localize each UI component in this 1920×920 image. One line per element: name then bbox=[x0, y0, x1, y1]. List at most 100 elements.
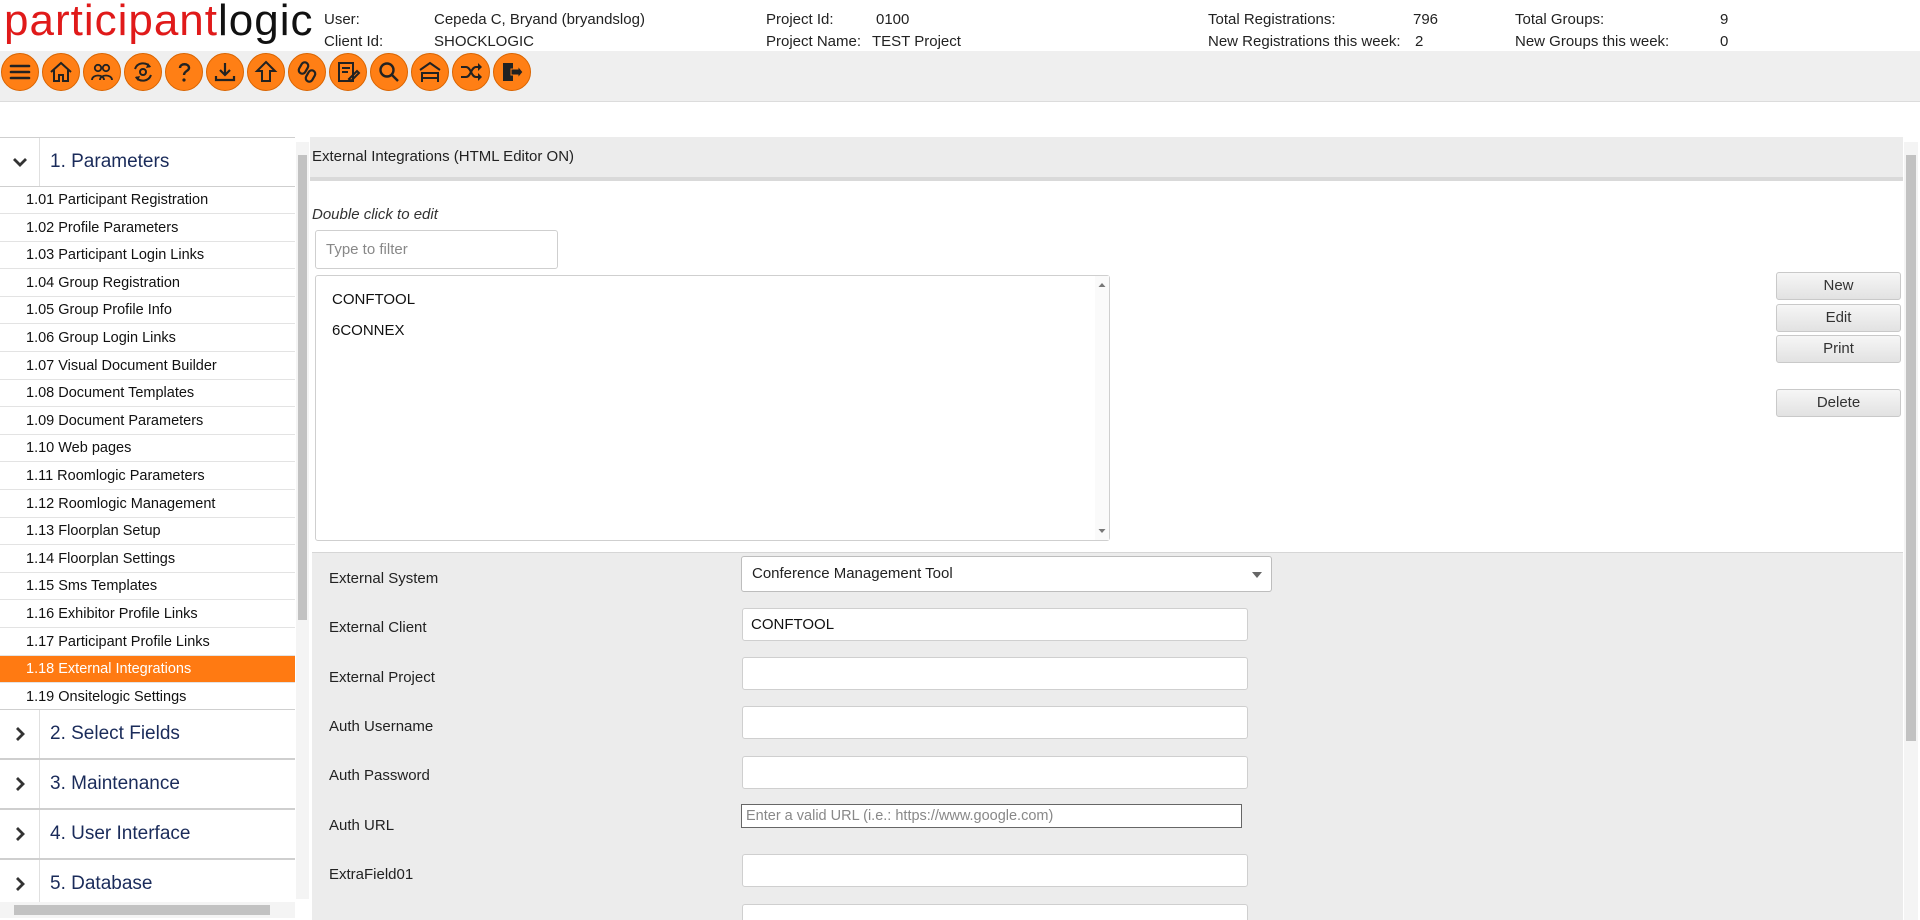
sidebar-section-user-interface[interactable]: 4. User Interface bbox=[0, 809, 295, 859]
external-system-value: Conference Management Tool bbox=[752, 565, 953, 582]
external-project-field[interactable] bbox=[742, 657, 1248, 690]
sidebar-item[interactable]: 1.13 Floorplan Setup bbox=[0, 518, 295, 546]
search-button[interactable] bbox=[370, 53, 408, 91]
sidebar-item[interactable]: 1.01 Participant Registration bbox=[0, 187, 295, 214]
sidebar-section-label: 4. User Interface bbox=[50, 823, 191, 844]
chevron-right-icon bbox=[15, 827, 25, 841]
sidebar-item[interactable]: 1.03 Participant Login Links bbox=[0, 242, 295, 270]
sidebar-item[interactable]: 1.15 Sms Templates bbox=[0, 573, 295, 601]
menu-button[interactable] bbox=[1, 53, 39, 91]
home-button[interactable] bbox=[42, 53, 80, 91]
main-scroll-thumb[interactable] bbox=[1906, 155, 1916, 741]
shuffle-button[interactable] bbox=[452, 53, 490, 91]
sidebar-item[interactable]: 1.09 Document Parameters bbox=[0, 408, 295, 435]
logout-icon bbox=[503, 63, 524, 81]
upload-button[interactable] bbox=[247, 53, 285, 91]
menu-icon bbox=[9, 64, 31, 80]
filter-input[interactable] bbox=[315, 230, 558, 269]
external-system-select[interactable]: Conference Management Tool bbox=[741, 556, 1272, 592]
sidebar-item[interactable]: 1.02 Profile Parameters bbox=[0, 215, 295, 242]
chevron-right-icon bbox=[15, 727, 25, 741]
project-name-value: TEST Project bbox=[872, 33, 961, 50]
client-id-value: SHOCKLOGIC bbox=[434, 33, 535, 50]
sidebar-section-maintenance[interactable]: 3. Maintenance bbox=[0, 759, 295, 809]
edit-doc-icon bbox=[338, 62, 361, 83]
groups-button[interactable] bbox=[83, 53, 121, 91]
sidebar-section-parameters[interactable]: 1. Parameters bbox=[0, 137, 295, 187]
upload-icon bbox=[254, 60, 278, 82]
edit-button[interactable]: Edit bbox=[1776, 304, 1901, 332]
edit-doc-button[interactable] bbox=[329, 53, 367, 91]
sidebar-section-label: 1. Parameters bbox=[50, 151, 170, 172]
auth-password-label: Auth Password bbox=[329, 767, 430, 784]
new-registrations-value: 2 bbox=[1415, 33, 1424, 50]
chevron-down-icon bbox=[1252, 572, 1262, 578]
help-button[interactable] bbox=[165, 53, 203, 91]
app-logo: participantlogic bbox=[4, 0, 314, 45]
chevron-right-icon bbox=[15, 877, 25, 891]
external-client-label: External Client bbox=[329, 619, 427, 636]
new-groups-value: 0 bbox=[1720, 33, 1729, 50]
hotel-icon bbox=[419, 61, 441, 82]
sync-button[interactable] bbox=[124, 53, 162, 91]
user-value: Cepeda C, Bryand (bryandslog) bbox=[434, 11, 645, 28]
search-icon bbox=[379, 62, 399, 82]
edit-hint: Double click to edit bbox=[312, 206, 438, 223]
new-groups-label: New Groups this week: bbox=[1515, 33, 1670, 50]
auth-url-field[interactable]: Enter a valid URL (i.e.: https://www.goo… bbox=[741, 804, 1242, 828]
sidebar-item[interactable]: 1.18 External Integrations bbox=[0, 656, 295, 684]
link-button[interactable] bbox=[288, 53, 326, 91]
sidebar-scroll-thumb[interactable] bbox=[298, 155, 307, 620]
sidebar-item[interactable]: 1.07 Visual Document Builder bbox=[0, 353, 295, 380]
external-system-label: External System bbox=[329, 570, 439, 587]
sidebar-section-label: 3. Maintenance bbox=[50, 773, 180, 794]
download-icon bbox=[214, 63, 236, 82]
sidebar-section-label: 2. Select Fields bbox=[50, 723, 180, 744]
hotel-button[interactable] bbox=[411, 53, 449, 91]
project-id-label: Project Id: bbox=[766, 11, 834, 28]
chevron-right-icon bbox=[15, 777, 25, 791]
sidebar-item[interactable]: 1.08 Document Templates bbox=[0, 380, 295, 408]
list-item[interactable]: 6CONNEX bbox=[332, 322, 405, 339]
auth-username-field[interactable] bbox=[742, 706, 1248, 739]
sync-icon bbox=[134, 62, 152, 82]
logout-button[interactable] bbox=[493, 53, 531, 91]
total-groups-value: 9 bbox=[1720, 11, 1729, 28]
extrafield02-field[interactable] bbox=[742, 904, 1248, 920]
user-label: User: bbox=[324, 11, 360, 28]
list-item[interactable]: CONFTOOL bbox=[332, 291, 415, 308]
total-registrations-value: 796 bbox=[1413, 11, 1439, 28]
sidebar-item[interactable]: 1.06 Group Login Links bbox=[0, 325, 295, 352]
download-button[interactable] bbox=[206, 53, 244, 91]
extrafield01-field[interactable] bbox=[742, 854, 1248, 887]
sidebar-item[interactable]: 1.10 Web pages bbox=[0, 435, 295, 463]
shuffle-icon bbox=[461, 63, 482, 81]
sidebar-hscroll-thumb[interactable] bbox=[14, 905, 270, 915]
help-icon bbox=[178, 63, 191, 82]
sidebar-item[interactable]: 1.19 Onsitelogic Settings bbox=[0, 684, 295, 711]
new-registrations-label: New Registrations this week: bbox=[1208, 33, 1401, 50]
new-button[interactable]: New bbox=[1776, 272, 1901, 300]
list-scrollbar[interactable] bbox=[1095, 276, 1109, 540]
print-button[interactable]: Print bbox=[1776, 335, 1901, 363]
client-id-label: Client Id: bbox=[324, 33, 384, 50]
sidebar-item[interactable]: 1.05 Group Profile Info bbox=[0, 297, 295, 325]
auth-username-label: Auth Username bbox=[329, 718, 434, 735]
sidebar-item[interactable]: 1.12 Roomlogic Management bbox=[0, 491, 295, 518]
sidebar-item[interactable]: 1.14 Floorplan Settings bbox=[0, 546, 295, 573]
sidebar-section-select-fields[interactable]: 2. Select Fields bbox=[0, 709, 295, 759]
external-client-field[interactable]: CONFTOOL bbox=[742, 608, 1248, 641]
sidebar-item[interactable]: 1.04 Group Registration bbox=[0, 270, 295, 297]
integrations-list[interactable]: CONFTOOL 6CONNEX bbox=[315, 275, 1110, 541]
groups-icon bbox=[91, 63, 113, 81]
scroll-down-icon bbox=[1098, 529, 1106, 533]
page-title: External Integrations (HTML Editor ON) bbox=[312, 148, 575, 165]
chevron-down-icon bbox=[12, 158, 27, 167]
delete-button[interactable]: Delete bbox=[1776, 389, 1901, 417]
sidebar-item[interactable]: 1.16 Exhibitor Profile Links bbox=[0, 601, 295, 628]
sidebar-item[interactable]: 1.11 Roomlogic Parameters bbox=[0, 463, 295, 490]
sidebar-item[interactable]: 1.17 Participant Profile Links bbox=[0, 629, 295, 656]
auth-password-field[interactable] bbox=[742, 756, 1248, 789]
project-id-value: 0100 bbox=[876, 11, 910, 28]
total-registrations-label: Total Registrations: bbox=[1208, 11, 1336, 28]
